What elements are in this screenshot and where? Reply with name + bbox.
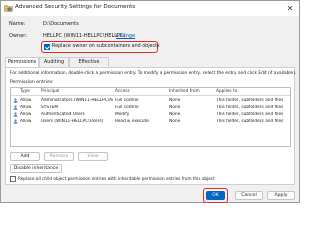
tab-auditing[interactable]: Auditing [39,57,69,67]
user-group-icon [13,112,18,117]
table-row[interactable]: Allow Authenticated Users Modify None Th… [11,111,290,118]
disable-inheritance-button[interactable]: Disable inheritance [10,164,62,173]
cancel-button[interactable]: Cancel [235,191,263,200]
user-group-icon [13,119,18,124]
row-applies-to: This folder, subfolders and files [216,111,284,117]
remove-button[interactable]: Remove [44,152,74,161]
column-applies-to[interactable]: Applies to [216,89,237,94]
title-bar: Advanced Security Settings for Documents… [1,1,299,16]
row-type: Allow [20,97,32,103]
row-type: Allow [20,104,32,110]
user-group-icon [13,98,18,103]
view-button[interactable]: View [78,152,108,161]
row-principal: Administrators (WIN11-HELLPC\Ad... [41,97,113,103]
row-access: Modify [115,111,130,117]
name-label: Name: [9,21,26,27]
name-value: D:\Documents [43,21,79,27]
column-principal[interactable]: Principal [41,89,59,94]
row-access: Full control [115,104,139,110]
replace-child-permissions-label: Replace all child object permission entr… [18,176,215,181]
table-row[interactable]: Allow Users (WIN11-HELLPC\Users) Read & … [11,118,290,125]
replace-owner-checkbox[interactable] [44,44,50,50]
add-button[interactable]: Add [10,152,40,161]
user-group-icon [13,105,18,110]
row-access: Full control [115,97,139,103]
permission-entries-label: Permission entries: [10,80,54,85]
folder-shield-icon [4,5,13,12]
security-settings-window: Advanced Security Settings for Documents… [0,0,300,203]
column-type[interactable]: Type [20,89,30,94]
window-title: Advanced Security Settings for Documents [15,4,136,10]
table-row[interactable]: Allow Administrators (WIN11-HELLPC\Ad...… [11,97,290,104]
row-principal: SYSTEM [41,104,59,110]
row-applies-to: This folder, subfolders and files [216,97,284,103]
table-header: Type Principal Access Inherited from App… [11,88,290,96]
replace-owner-label: Replace owner on subcontainers and objec… [52,44,160,49]
close-button[interactable]: ✕ [284,3,296,14]
replace-child-permissions-checkbox[interactable] [10,176,16,182]
table-row[interactable]: Allow SYSTEM Full control None This fold… [11,104,290,111]
tab-effective-access[interactable]: Effective Access [69,57,109,75]
column-inherited-from[interactable]: Inherited from [169,89,200,94]
column-access[interactable]: Access [115,89,130,94]
row-inherited: None [169,104,181,110]
row-type: Allow [20,118,32,124]
owner-value: HELLPC (WIN11-HELLPC\HELLPC) [43,33,126,39]
apply-button[interactable]: Apply [267,191,295,200]
row-access: Read & execute [115,118,149,124]
permission-entries-table: Type Principal Access Inherited from App… [10,87,291,147]
row-applies-to: This folder, subfolders and files [216,104,284,110]
row-inherited: None [169,97,181,103]
change-owner-link[interactable]: Change [116,33,135,39]
permissions-panel: For additional information, double-click… [5,67,297,185]
row-inherited: None [169,118,181,124]
row-applies-to: This folder, subfolders and files [216,118,284,124]
row-principal: Users (WIN11-HELLPC\Users) [41,118,104,124]
row-principal: Authenticated Users [41,111,85,117]
owner-label: Owner: [9,33,27,39]
ok-button[interactable]: OK [206,191,225,200]
row-type: Allow [20,111,32,117]
row-inherited: None [169,111,181,117]
info-text: For additional information, double-click… [10,71,297,76]
